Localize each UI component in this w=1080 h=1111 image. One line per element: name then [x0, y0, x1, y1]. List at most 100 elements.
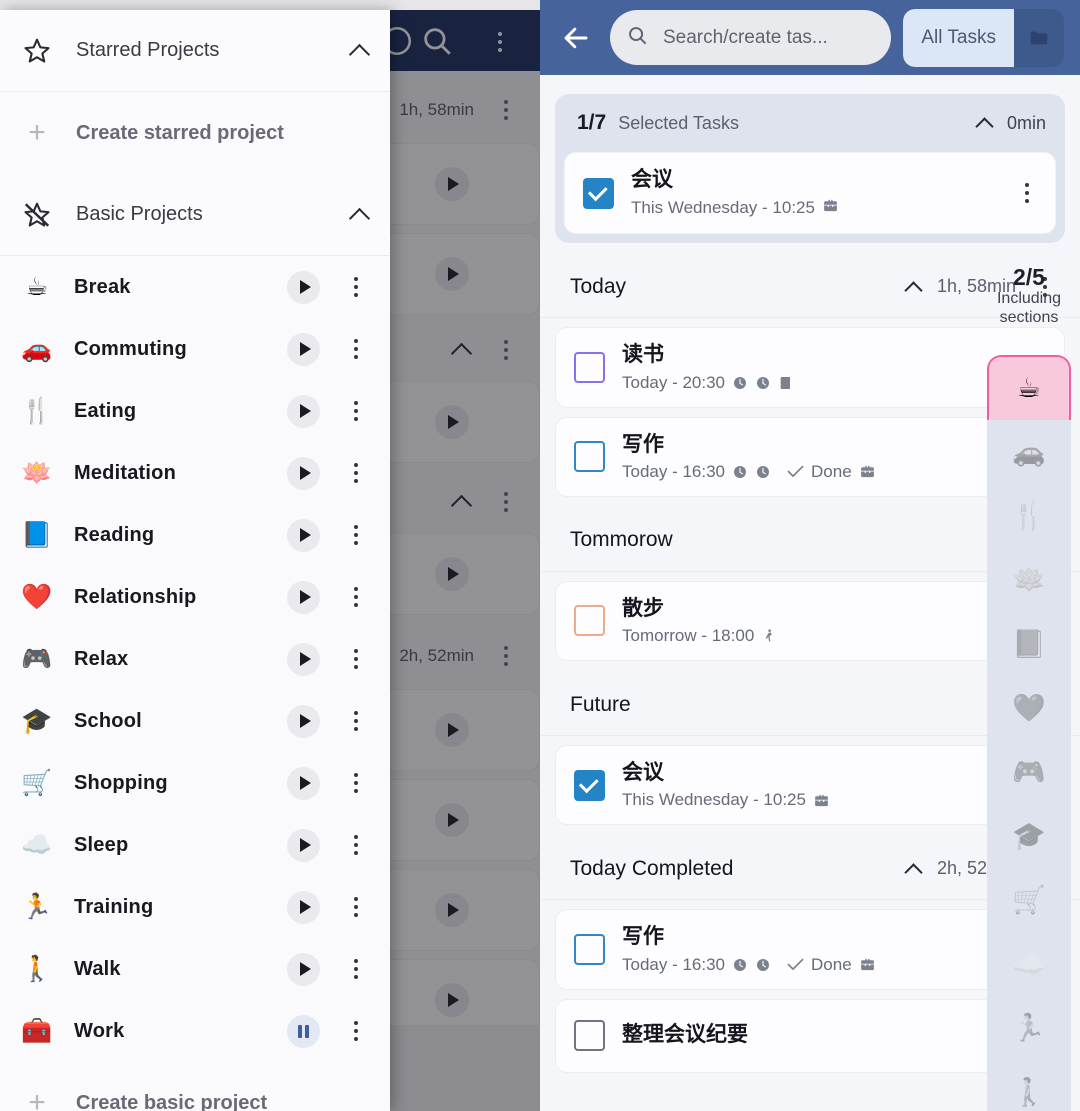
play-icon[interactable] [287, 828, 320, 862]
overflow-icon[interactable] [340, 579, 372, 615]
coffee-icon: ☕ [25, 272, 49, 301]
rail-item-lotus[interactable]: 🪷 [987, 548, 1071, 612]
project-row[interactable]: 🛒 Shopping [0, 752, 390, 814]
play-icon[interactable] [287, 704, 320, 738]
overflow-icon[interactable] [340, 641, 372, 677]
chevron-up-icon[interactable] [975, 113, 995, 133]
search-input[interactable]: Search/create tas... [610, 10, 892, 65]
play-icon[interactable] [287, 642, 320, 676]
chevron-up-icon[interactable] [348, 39, 372, 63]
rail-item-walker[interactable]: 🚶 [987, 1060, 1071, 1111]
rail-item-coffee[interactable]: ☕ [987, 355, 1071, 420]
overflow-icon[interactable] [484, 24, 516, 60]
project-row[interactable]: 🚗 Commuting [0, 318, 390, 380]
task-checkbox[interactable] [583, 177, 614, 209]
rail-item-cart[interactable]: 🛒 [987, 868, 1071, 932]
play-icon[interactable] [287, 394, 320, 428]
chevron-up-icon[interactable] [450, 490, 474, 514]
overflow-icon[interactable] [340, 889, 372, 925]
overflow-icon[interactable] [490, 638, 522, 674]
section-header[interactable]: Today 1h, 58min [540, 256, 1080, 319]
chevron-up-icon[interactable] [904, 859, 924, 879]
toolbox-icon: 🧰 [21, 1016, 53, 1045]
project-row[interactable]: ☕ Break [0, 256, 390, 318]
project-row[interactable]: 🧰 Work [0, 1000, 390, 1062]
search-icon[interactable] [420, 24, 454, 63]
task-row[interactable]: 会议 This Wednesday - 10:25 [564, 152, 1056, 235]
play-icon[interactable] [287, 332, 320, 366]
rail-item-car[interactable]: 🚗 [987, 420, 1071, 484]
play-icon[interactable] [435, 405, 469, 439]
task-checkbox[interactable] [574, 351, 605, 383]
overflow-icon[interactable] [340, 765, 372, 801]
runner-icon: 🏃 [21, 892, 53, 921]
play-icon[interactable] [287, 456, 320, 490]
section-duration: 1h, 58min [936, 276, 1016, 297]
project-row[interactable]: 🚶 Walk [0, 938, 390, 1000]
overflow-icon[interactable] [1029, 269, 1061, 305]
rail-item-gamepad[interactable]: 🎮 [987, 740, 1071, 804]
overflow-icon[interactable] [340, 455, 372, 491]
clock-icon [755, 375, 771, 391]
overflow-icon[interactable] [340, 269, 372, 305]
overflow-icon[interactable] [490, 92, 522, 128]
overflow-icon[interactable] [340, 1013, 372, 1049]
play-icon[interactable] [435, 893, 469, 927]
starred-projects-header[interactable]: Starred Projects [0, 10, 390, 92]
chevron-up-icon[interactable] [348, 203, 372, 227]
play-icon[interactable] [287, 890, 320, 924]
overflow-icon[interactable] [1011, 175, 1043, 211]
play-icon[interactable] [287, 952, 320, 986]
selected-tasks-header[interactable]: 1/7 Selected Tasks 0min [555, 94, 1065, 152]
project-row[interactable]: 🎓 School [0, 690, 390, 752]
project-row[interactable]: 📘 Reading [0, 504, 390, 566]
task-checkbox[interactable] [574, 933, 605, 965]
overflow-icon[interactable] [340, 951, 372, 987]
play-icon[interactable] [435, 557, 469, 591]
play-icon[interactable] [435, 167, 469, 201]
project-row[interactable]: 🪷 Meditation [0, 442, 390, 504]
project-row[interactable]: 🎮 Relax [0, 628, 390, 690]
task-filter-button[interactable]: All Tasks [903, 8, 1064, 67]
rail-item-heart[interactable]: ❤️ [987, 676, 1071, 740]
create-basic-project-button[interactable]: + Create basic project [0, 1062, 390, 1111]
arrow-left-icon[interactable] [554, 16, 598, 60]
pause-icon[interactable] [287, 1014, 320, 1048]
folder-icon[interactable] [1014, 9, 1064, 67]
chevron-up-icon[interactable] [904, 277, 924, 297]
play-icon[interactable] [287, 270, 320, 304]
play-icon[interactable] [435, 803, 469, 837]
project-row[interactable]: ☁️ Sleep [0, 814, 390, 876]
overflow-icon[interactable] [490, 484, 522, 520]
project-row[interactable]: ❤️ Relationship [0, 566, 390, 628]
play-icon[interactable] [435, 983, 469, 1017]
task-checkbox[interactable] [574, 769, 605, 801]
chevron-up-icon[interactable] [450, 338, 474, 362]
project-row[interactable]: 🍴 Eating [0, 380, 390, 442]
create-starred-project-button[interactable]: + Create starred project [0, 92, 390, 174]
play-icon[interactable] [287, 766, 320, 800]
overflow-icon[interactable] [340, 331, 372, 367]
overflow-icon[interactable] [340, 703, 372, 739]
basic-projects-header[interactable]: Basic Projects [0, 174, 390, 256]
rail-item-book[interactable]: 📘 [987, 612, 1071, 676]
project-name: Relationship [74, 585, 197, 608]
overflow-icon[interactable] [340, 827, 372, 863]
rail-item-runner[interactable]: 🏃 [987, 996, 1071, 1060]
overflow-icon[interactable] [490, 332, 522, 368]
rail-item-cloud[interactable]: ☁️ [987, 932, 1071, 996]
play-icon[interactable] [287, 580, 320, 614]
play-icon[interactable] [435, 713, 469, 747]
project-icon-rail[interactable]: ☕ 🚗 🍴 🪷 📘 ❤️ 🎮 🎓 🛒 ☁️ 🏃 🚶 [987, 355, 1071, 1111]
task-checkbox[interactable] [574, 1020, 605, 1051]
rail-item-graduation-cap[interactable]: 🎓 [987, 804, 1071, 868]
play-icon[interactable] [435, 257, 469, 291]
lotus-icon: 🪷 [21, 458, 53, 487]
task-checkbox[interactable] [574, 441, 605, 473]
overflow-icon[interactable] [340, 393, 372, 429]
overflow-icon[interactable] [340, 517, 372, 553]
play-icon[interactable] [287, 518, 320, 552]
rail-item-cutlery[interactable]: 🍴 [987, 484, 1071, 548]
project-row[interactable]: 🏃 Training [0, 876, 390, 938]
task-checkbox[interactable] [574, 605, 605, 637]
